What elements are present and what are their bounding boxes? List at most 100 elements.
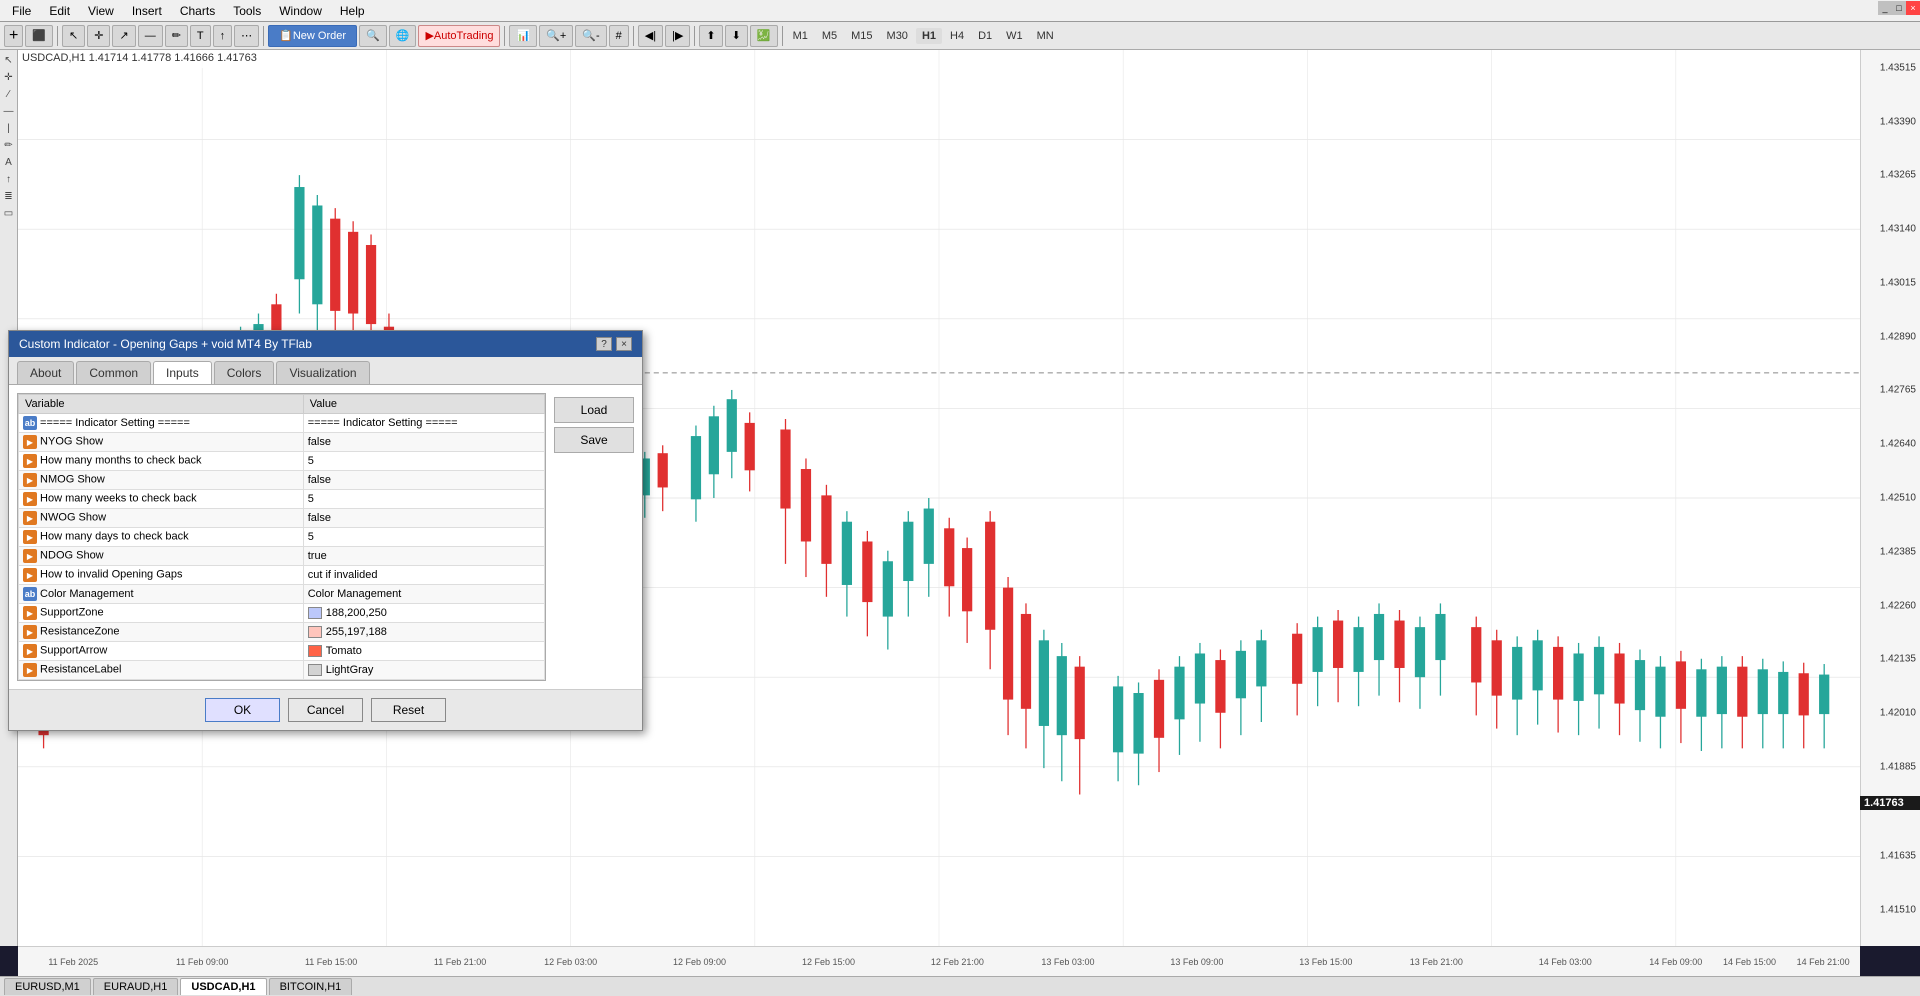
zoom-out-btn[interactable]: 🔍- <box>575 25 606 47</box>
tf-m1[interactable]: M1 <box>787 28 814 44</box>
table-row[interactable]: ab Color ManagementColor Management <box>19 585 545 604</box>
time-11: 13 Feb 15:00 <box>1299 957 1352 967</box>
reset-button[interactable]: Reset <box>371 698 446 722</box>
dialog-help-btn[interactable]: ? <box>596 337 612 351</box>
search-btn[interactable]: 🔍 <box>359 25 387 47</box>
tf-mn[interactable]: MN <box>1031 28 1060 44</box>
table-row[interactable]: ab ===== Indicator Setting ========== In… <box>19 414 545 433</box>
table-row[interactable]: ▶ How many months to check back5 <box>19 452 545 471</box>
scroll-right-btn[interactable]: |▶ <box>665 25 690 47</box>
table-row[interactable]: ▶ SupportArrowTomato <box>19 642 545 661</box>
price-4: 1.43140 <box>1880 224 1916 235</box>
draw-pencil[interactable]: ✏ <box>1 137 17 153</box>
draw-arrow-up[interactable]: ↑ <box>1 171 17 187</box>
table-row[interactable]: ▶ ResistanceLabelLightGray <box>19 661 545 680</box>
autotrading-button[interactable]: ▶ AutoTrading <box>418 25 500 47</box>
dialog-close-btn[interactable]: × <box>616 337 632 351</box>
grid-btn[interactable]: # <box>609 25 629 47</box>
val-cell: false <box>303 509 544 528</box>
menu-window[interactable]: Window <box>271 2 330 20</box>
symbol-info: USDCAD,H1 1.41714 1.41778 1.41666 1.4176… <box>18 50 261 68</box>
draw-fib[interactable]: ≣ <box>1 188 17 204</box>
arrow-icon: ▶ <box>23 435 37 449</box>
tf-m30[interactable]: M30 <box>881 28 914 44</box>
tf-d1[interactable]: D1 <box>972 28 998 44</box>
scroll-left-btn[interactable]: ◀| <box>638 25 663 47</box>
new-order-button[interactable]: 📋 New Order <box>268 25 357 47</box>
table-row[interactable]: ▶ NMOG Showfalse <box>19 471 545 490</box>
draw-hline[interactable]: — <box>1 103 17 119</box>
table-row[interactable]: ▶ SupportZone188,200,250 <box>19 604 545 623</box>
time-4: 11 Feb 21:00 <box>434 957 486 967</box>
tf-h1[interactable]: H1 <box>916 28 942 44</box>
table-row[interactable]: ▶ How many weeks to check back5 <box>19 490 545 509</box>
trade-btn[interactable]: 💹 <box>750 25 778 47</box>
tab-inputs[interactable]: Inputs <box>153 361 212 384</box>
color-swatch <box>308 607 322 619</box>
tab-eurusd-m1[interactable]: EURUSD,M1 <box>4 978 91 995</box>
tab-usdcad-h1[interactable]: USDCAD,H1 <box>180 978 266 995</box>
table-row[interactable]: ▶ NYOG Showfalse <box>19 433 545 452</box>
tf-w1[interactable]: W1 <box>1000 28 1029 44</box>
menu-file[interactable]: File <box>4 2 39 20</box>
var-cell: ▶ NMOG Show <box>19 471 304 490</box>
menu-edit[interactable]: Edit <box>41 2 78 20</box>
tf-h4[interactable]: H4 <box>944 28 970 44</box>
close-button[interactable]: × <box>1906 1 1920 15</box>
cursor-btn[interactable]: ↖ <box>62 25 85 47</box>
save-button[interactable]: Save <box>554 427 634 453</box>
line-btn[interactable]: ↗ <box>112 25 135 47</box>
tab-about[interactable]: About <box>17 361 74 384</box>
tab-bitcoin-h1[interactable]: BITCOIN,H1 <box>269 978 353 995</box>
draw-rect[interactable]: ▭ <box>1 205 17 221</box>
menu-tools[interactable]: Tools <box>225 2 269 20</box>
tab-visualization[interactable]: Visualization <box>276 361 369 384</box>
draw-cross[interactable]: ✛ <box>1 69 17 85</box>
buy-btn[interactable]: ⬆ <box>699 25 722 47</box>
price-14: 1.41885 <box>1880 761 1916 772</box>
tab-colors[interactable]: Colors <box>214 361 275 384</box>
menu-help[interactable]: Help <box>332 2 373 20</box>
draw-text[interactable]: A <box>1 154 17 170</box>
draw-vline[interactable]: | <box>1 120 17 136</box>
zoom-in-btn[interactable]: 🔍+ <box>539 25 573 47</box>
globe-btn[interactable]: 🌐 <box>389 25 417 47</box>
dialog-titlebar: Custom Indicator - Opening Gaps + void M… <box>9 331 642 357</box>
text-btn[interactable]: T <box>190 25 211 47</box>
crosshair-btn[interactable]: ✛ <box>87 25 110 47</box>
tab-common[interactable]: Common <box>76 361 151 384</box>
minimize-button[interactable]: _ <box>1878 1 1892 15</box>
table-row[interactable]: ▶ NDOG Showtrue <box>19 547 545 566</box>
window-controls: _ □ × <box>1878 0 1920 16</box>
arrow-btn[interactable]: ↑ <box>213 25 233 47</box>
menu-view[interactable]: View <box>80 2 122 20</box>
tf-m15[interactable]: M15 <box>845 28 878 44</box>
indicators-btn[interactable]: 📊 <box>509 25 537 47</box>
channel-btn[interactable]: ⋯ <box>234 25 259 47</box>
draw-btn[interactable]: ✏ <box>165 25 188 47</box>
table-row[interactable]: ▶ ResistanceZone255,197,188 <box>19 623 545 642</box>
ok-button[interactable]: OK <box>205 698 280 722</box>
arrow-icon: ▶ <box>23 644 37 658</box>
draw-line[interactable]: ∕ <box>1 86 17 102</box>
new-chart-btn[interactable]: + <box>4 25 23 47</box>
load-button[interactable]: Load <box>554 397 634 423</box>
sell-btn[interactable]: ⬇ <box>725 25 748 47</box>
tf-m5[interactable]: M5 <box>816 28 843 44</box>
variable-table-container[interactable]: Variable Value ab ===== Indicator Settin… <box>17 393 546 681</box>
maximize-button[interactable]: □ <box>1892 1 1906 15</box>
price-11: 1.42260 <box>1880 600 1916 611</box>
table-row[interactable]: ▶ How to invalid Opening Gapscut if inva… <box>19 566 545 585</box>
table-row[interactable]: ▶ NWOG Showfalse <box>19 509 545 528</box>
chart-type-btn[interactable]: ⬛ <box>25 25 53 47</box>
var-cell: ▶ NDOG Show <box>19 547 304 566</box>
menu-insert[interactable]: Insert <box>124 2 170 20</box>
cancel-button[interactable]: Cancel <box>288 698 363 722</box>
price-2: 1.43390 <box>1880 116 1916 127</box>
tab-euraud-h1[interactable]: EURAUD,H1 <box>93 978 179 995</box>
draw-cursor[interactable]: ↖ <box>1 52 17 68</box>
sep6 <box>782 26 783 46</box>
hline-btn[interactable]: — <box>138 25 163 47</box>
menu-charts[interactable]: Charts <box>172 2 223 20</box>
table-row[interactable]: ▶ How many days to check back5 <box>19 528 545 547</box>
